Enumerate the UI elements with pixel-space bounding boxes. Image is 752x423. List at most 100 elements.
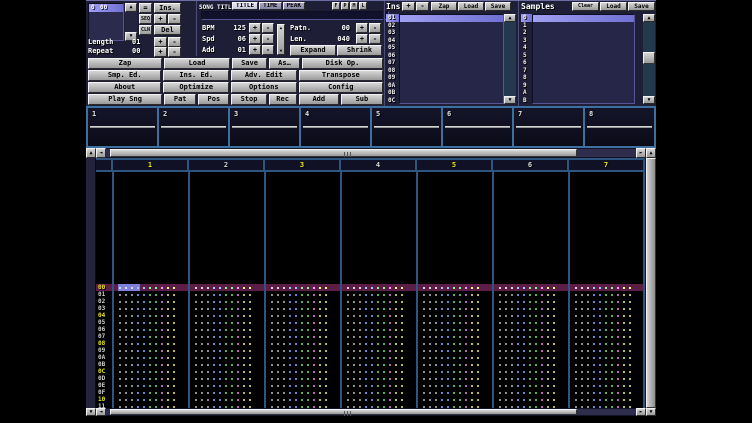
instrument-plus-button[interactable]: +	[402, 2, 415, 11]
pattern-row[interactable]: 06	[96, 326, 645, 333]
menu-zap[interactable]: Zap	[88, 58, 162, 69]
instrument-scrollbar[interactable]: ▲ ▼	[504, 14, 516, 104]
bpm-minus-button[interactable]: -	[262, 23, 274, 33]
scope-channel-5[interactable]: 5	[370, 108, 441, 146]
pattern-hscroll-thumb[interactable]	[110, 149, 577, 157]
pattern-cell[interactable]	[569, 298, 645, 305]
pattern-cell[interactable]	[341, 291, 417, 298]
length-minus-button[interactable]: -	[168, 37, 181, 47]
length-plus-button[interactable]: +	[154, 37, 167, 47]
pattern-cell[interactable]	[493, 326, 569, 333]
pattern-row[interactable]: 03	[96, 305, 645, 312]
scope-channel-2[interactable]: 2	[157, 108, 228, 146]
repeat-minus-button[interactable]: -	[168, 47, 181, 57]
pattern-cell[interactable]	[189, 333, 265, 340]
pattern-cell[interactable]	[569, 382, 645, 389]
pattern-cell[interactable]	[569, 340, 645, 347]
pattern-row[interactable]: 09	[96, 347, 645, 354]
pattern-cell[interactable]	[493, 284, 569, 291]
pattern-cell[interactable]	[493, 396, 569, 403]
add-minus-button[interactable]: -	[262, 45, 274, 55]
pattern-cell[interactable]	[265, 291, 341, 298]
shrink-button[interactable]: Shrink	[337, 45, 382, 56]
scroll-down-icon[interactable]: ▼	[504, 96, 516, 104]
instrument-row[interactable]	[400, 74, 503, 81]
sample-row[interactable]	[533, 66, 634, 73]
menu-adv-edit[interactable]: Adv. Edit	[231, 70, 297, 81]
order-list-scrollbar[interactable]: ▲ ▼	[125, 3, 137, 41]
order-ins-button[interactable]: Ins.	[154, 3, 181, 13]
pattern-cell[interactable]	[113, 326, 189, 333]
pattern-cell[interactable]	[493, 354, 569, 361]
pattern-cell[interactable]	[113, 375, 189, 382]
pattern-cell[interactable]	[341, 284, 417, 291]
pattern-cell[interactable]	[341, 319, 417, 326]
pattern-vscroll-down-left-icon[interactable]: ▼	[86, 408, 96, 416]
scope-channel-4[interactable]: 4	[299, 108, 370, 146]
pattern-cell[interactable]	[341, 312, 417, 319]
pattern-cell[interactable]	[265, 298, 341, 305]
pattern-cell[interactable]	[569, 305, 645, 312]
pattern-cell[interactable]	[189, 298, 265, 305]
pattern-cell[interactable]	[189, 284, 265, 291]
pattern-cell[interactable]	[569, 291, 645, 298]
pattern-cell[interactable]	[417, 375, 493, 382]
pattern-row[interactable]: 04	[96, 312, 645, 319]
sample-list[interactable]	[532, 14, 635, 104]
sample-row[interactable]	[533, 37, 634, 44]
pattern-cell[interactable]	[493, 333, 569, 340]
pattern-cell[interactable]	[265, 305, 341, 312]
scroll-up-icon[interactable]: ▲	[643, 14, 655, 22]
mini-button-l[interactable]: L	[359, 2, 367, 10]
menu-sub[interactable]: Sub	[341, 94, 383, 105]
pattern-cell[interactable]	[265, 312, 341, 319]
pattern-vscroll-right-thumb[interactable]	[646, 158, 656, 408]
menu-rec[interactable]: Rec	[269, 94, 297, 105]
menu-as[interactable]: As…	[269, 58, 300, 69]
pattern-cell[interactable]	[493, 361, 569, 368]
pattern-cell[interactable]	[265, 396, 341, 403]
pattern-hscroll-left-icon[interactable]: ◄	[96, 408, 106, 416]
expand-button[interactable]: Expand	[290, 45, 336, 56]
pattern-cell[interactable]	[265, 389, 341, 396]
pattern-cell[interactable]	[569, 347, 645, 354]
pattern-cell[interactable]	[569, 375, 645, 382]
scroll-up-icon[interactable]: ▲	[504, 14, 516, 22]
pattern-cell[interactable]	[341, 305, 417, 312]
menu-stop[interactable]: Stop	[231, 94, 266, 105]
pattern-row[interactable]: 0F	[96, 389, 645, 396]
pattern-cell[interactable]	[113, 361, 189, 368]
pattern-row[interactable]: 02	[96, 298, 645, 305]
order-seq-button[interactable]: SEQ	[139, 14, 152, 24]
menu-config[interactable]: Config	[299, 82, 383, 93]
order-plus-button[interactable]: +	[154, 14, 167, 24]
pattern-cell[interactable]	[341, 361, 417, 368]
pattern-channel-header-7[interactable]: 7	[569, 160, 645, 170]
pattern-cell[interactable]	[265, 333, 341, 340]
pattern-channel-header-4[interactable]: 4	[341, 160, 417, 170]
pattern-length-plus-button[interactable]: +	[356, 34, 368, 44]
order-cln-button[interactable]: CLN	[139, 25, 152, 35]
menu-pos[interactable]: Pos	[198, 94, 229, 105]
mini-button-p[interactable]: P	[341, 2, 349, 10]
pattern-cell[interactable]	[417, 389, 493, 396]
sample-scroll-track[interactable]	[643, 22, 655, 96]
scope-channel-8[interactable]: 8	[583, 108, 656, 146]
pattern-cell[interactable]	[265, 347, 341, 354]
pattern-cell[interactable]	[569, 284, 645, 291]
pattern-cell[interactable]	[417, 361, 493, 368]
pattern-row[interactable]: 10	[96, 396, 645, 403]
pattern-cell[interactable]	[113, 333, 189, 340]
menu-pat[interactable]: Pat	[164, 94, 196, 105]
pattern-cell[interactable]	[569, 368, 645, 375]
menu-add[interactable]: Add	[299, 94, 339, 105]
instrument-row[interactable]	[400, 22, 503, 29]
instrument-row[interactable]	[400, 59, 503, 66]
tab-time[interactable]: TIME	[259, 2, 281, 10]
pattern-cell[interactable]	[493, 368, 569, 375]
sample-row[interactable]	[533, 88, 634, 95]
pattern-cell[interactable]	[189, 319, 265, 326]
instrument-save-button[interactable]: Save	[485, 2, 511, 11]
menu-smp-ed[interactable]: Smp. Ed.	[88, 70, 161, 81]
pattern-cell[interactable]	[113, 368, 189, 375]
